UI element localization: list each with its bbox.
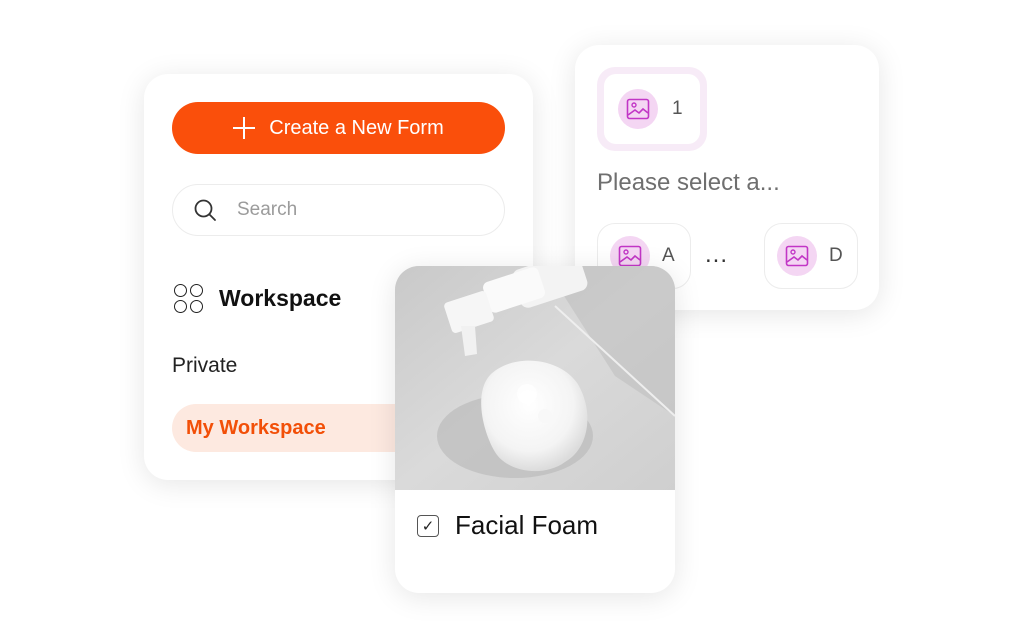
image-option-1[interactable]: 1 (597, 67, 707, 151)
plus-icon (233, 117, 256, 139)
checkbox-icon[interactable]: ✓ (417, 514, 439, 537)
create-new-form-label: Create a New Form (269, 116, 444, 139)
search-input[interactable]: Search (172, 184, 505, 236)
select-prompt: Please select a... (597, 169, 780, 196)
search-icon (193, 198, 217, 222)
image-icon (777, 236, 817, 276)
product-photo (395, 266, 675, 490)
create-new-form-button[interactable]: Create a New Form (172, 102, 505, 154)
option-label: D (829, 245, 843, 266)
product-choice-card[interactable]: ✓ Facial Foam (395, 266, 675, 593)
search-placeholder: Search (237, 199, 298, 220)
workspace-grid-icon (174, 284, 203, 313)
option-label: 1 (672, 98, 683, 119)
more-options-ellipsis: ... (705, 241, 729, 268)
image-option-d[interactable]: D (764, 223, 858, 289)
sidebar-item-my-workspace[interactable]: My Workspace (172, 404, 432, 452)
workspace-heading: Workspace (219, 285, 342, 311)
image-icon (618, 89, 658, 129)
option-label: A (662, 245, 675, 266)
facial-foam-option[interactable]: ✓ Facial Foam (417, 510, 598, 541)
private-section-label: Private (172, 354, 238, 377)
product-name: Facial Foam (455, 510, 599, 540)
workspace-section-header[interactable]: Workspace (174, 284, 341, 313)
sidebar-item-label: My Workspace (186, 416, 326, 439)
